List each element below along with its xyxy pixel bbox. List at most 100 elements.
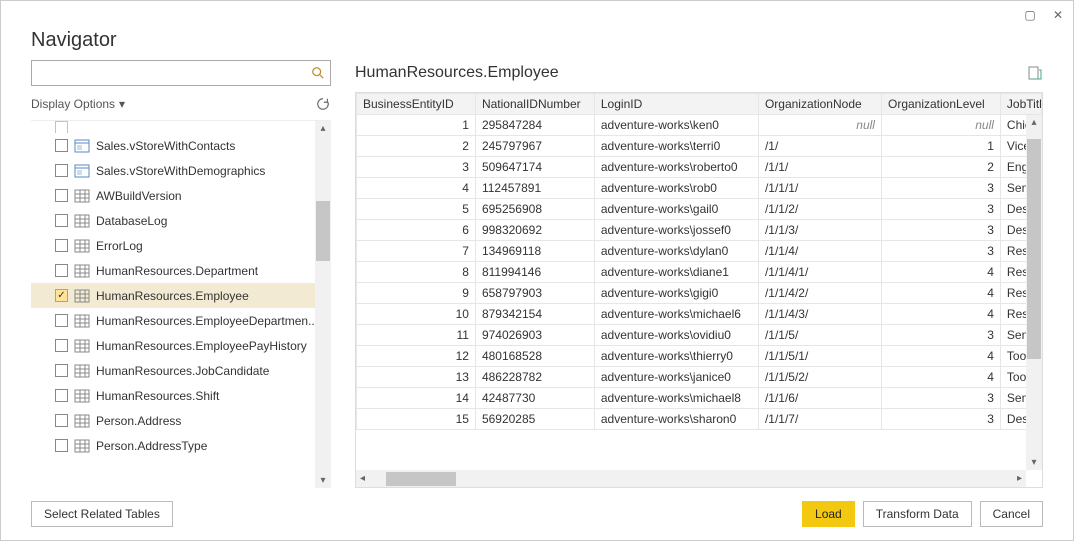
checkbox[interactable] [55,339,68,352]
checkbox[interactable] [55,189,68,202]
cell: 974026903 [475,325,594,346]
table-row[interactable]: 7134969118adventure-works\dylan0/1/1/4/3… [357,241,1042,262]
table-icon [74,438,90,454]
display-options-button[interactable]: Display Options ▾ [31,97,125,111]
grid-vertical-scrollbar[interactable]: ▴ ▾ [1026,115,1042,470]
tree-scrollbar[interactable]: ▴ ▾ [315,121,331,488]
checkbox[interactable] [55,214,68,227]
tree-item[interactable]: HumanResources.Department [31,258,331,283]
scroll-up-icon[interactable]: ▴ [318,121,327,136]
checkbox[interactable] [55,264,68,277]
table-row[interactable]: 4112457891adventure-works\rob0/1/1/1/3Se… [357,178,1042,199]
table-icon [74,338,90,354]
checkbox[interactable] [55,389,68,402]
table-row[interactable]: 3509647174adventure-works\roberto0/1/1/2… [357,157,1042,178]
tree-scroll-thumb[interactable] [316,201,330,261]
cell: /1/1/1/ [758,178,881,199]
cell: 3 [881,241,1000,262]
cell: 486228782 [475,367,594,388]
checkbox[interactable] [55,139,68,152]
column-header[interactable]: LoginID [594,94,758,115]
grid-scroll-right-icon[interactable]: ▸ [1013,473,1026,484]
cell: 2 [881,157,1000,178]
tree-item[interactable]: Sales.vStoreWithContacts [31,133,331,158]
tree-item[interactable]: HumanResources.JobCandidate [31,358,331,383]
cell: adventure-works\michael6 [594,304,758,325]
tree-item-label: ErrorLog [96,239,143,253]
search-box[interactable] [31,60,331,86]
tree-item[interactable]: DatabaseLog [31,208,331,233]
checkbox[interactable] [55,364,68,377]
cell: 4 [357,178,476,199]
cell: /1/1/7/ [758,409,881,430]
scroll-down-icon[interactable]: ▾ [318,473,327,488]
checkbox[interactable] [55,439,68,452]
grid-horizontal-scrollbar[interactable]: ◂ ▸ [356,470,1026,487]
table-row[interactable]: 11974026903adventure-works\ovidiu0/1/1/5… [357,325,1042,346]
tree-item[interactable]: HumanResources.Shift [31,383,331,408]
table-row[interactable]: 6998320692adventure-works\jossef0/1/1/3/… [357,220,1042,241]
cell: 5 [357,199,476,220]
cell: adventure-works\rob0 [594,178,758,199]
close-icon[interactable]: ✕ [1051,8,1065,22]
checkbox[interactable] [55,164,68,177]
tree-item[interactable]: AWBuildVersion [31,183,331,208]
search-icon[interactable] [306,66,330,80]
table-icon [74,413,90,429]
table-row[interactable]: 2245797967adventure-works\terri0/1/1Vice [357,136,1042,157]
cell: 12 [357,346,476,367]
tree-item-label: Sales.vStoreWithContacts [96,139,235,153]
column-header[interactable]: NationalIDNumber [475,94,594,115]
tree-item-label: HumanResources.EmployeePayHistory [96,339,307,353]
grid-scroll-left-icon[interactable]: ◂ [356,473,369,484]
tree-item[interactable]: Sales.vStoreWithDemographics [31,158,331,183]
cell: 245797967 [475,136,594,157]
cell: 8 [357,262,476,283]
table-row[interactable]: 1442487730adventure-works\michael8/1/1/6… [357,388,1042,409]
cell: adventure-works\ken0 [594,115,758,136]
grid-scroll-down-icon[interactable]: ▾ [1029,455,1038,470]
checkbox[interactable]: ✓ [55,289,68,302]
table-row[interactable]: 1556920285adventure-works\sharon0/1/1/7/… [357,409,1042,430]
search-input[interactable] [32,66,306,80]
table-row[interactable]: 13486228782adventure-works\janice0/1/1/5… [357,367,1042,388]
table-row[interactable]: 12480168528adventure-works\thierry0/1/1/… [357,346,1042,367]
tree-item[interactable]: HumanResources.EmployeeDepartmen... [31,308,331,333]
cell: 3 [881,220,1000,241]
cell: adventure-works\dylan0 [594,241,758,262]
table-row[interactable]: 8811994146adventure-works\diane1/1/1/4/1… [357,262,1042,283]
grid-vscroll-thumb[interactable] [1027,139,1041,359]
cell: /1/1/4/2/ [758,283,881,304]
checkbox[interactable] [55,314,68,327]
grid-scroll-up-icon[interactable]: ▴ [1029,115,1038,130]
preview-refresh-icon[interactable] [1027,65,1043,81]
table-row[interactable]: 9658797903adventure-works\gigi0/1/1/4/2/… [357,283,1042,304]
table-row[interactable]: 1295847284adventure-works\ken0nullnullCh… [357,115,1042,136]
refresh-icon[interactable] [315,96,331,112]
table-row[interactable]: 10879342154adventure-works\michael6/1/1/… [357,304,1042,325]
transform-data-button[interactable]: Transform Data [863,501,972,527]
tree-item[interactable]: Person.AddressType [31,433,331,458]
tree-item[interactable]: ErrorLog [31,233,331,258]
column-header[interactable]: OrganizationNode [758,94,881,115]
load-button[interactable]: Load [802,501,855,527]
table-row[interactable]: 5695256908adventure-works\gail0/1/1/2/3D… [357,199,1042,220]
tree-item-label: HumanResources.JobCandidate [96,364,269,378]
tree-item[interactable]: HumanResources.EmployeePayHistory [31,333,331,358]
preview-header: HumanResources.Employee [355,60,1043,92]
column-header[interactable]: JobTitle [1000,94,1041,115]
tree-item-label: HumanResources.EmployeeDepartmen... [96,314,318,328]
maximize-icon[interactable]: ▢ [1023,8,1037,22]
cell: 13 [357,367,476,388]
checkbox[interactable] [55,239,68,252]
cell: adventure-works\janice0 [594,367,758,388]
select-related-tables-button[interactable]: Select Related Tables [31,501,173,527]
grid-hscroll-thumb[interactable] [386,472,456,486]
checkbox[interactable] [55,414,68,427]
cancel-button[interactable]: Cancel [980,501,1043,527]
column-header[interactable]: BusinessEntityID [357,94,476,115]
cell: null [758,115,881,136]
tree-item[interactable]: ✓HumanResources.Employee [31,283,331,308]
tree-item[interactable]: Person.Address [31,408,331,433]
column-header[interactable]: OrganizationLevel [881,94,1000,115]
